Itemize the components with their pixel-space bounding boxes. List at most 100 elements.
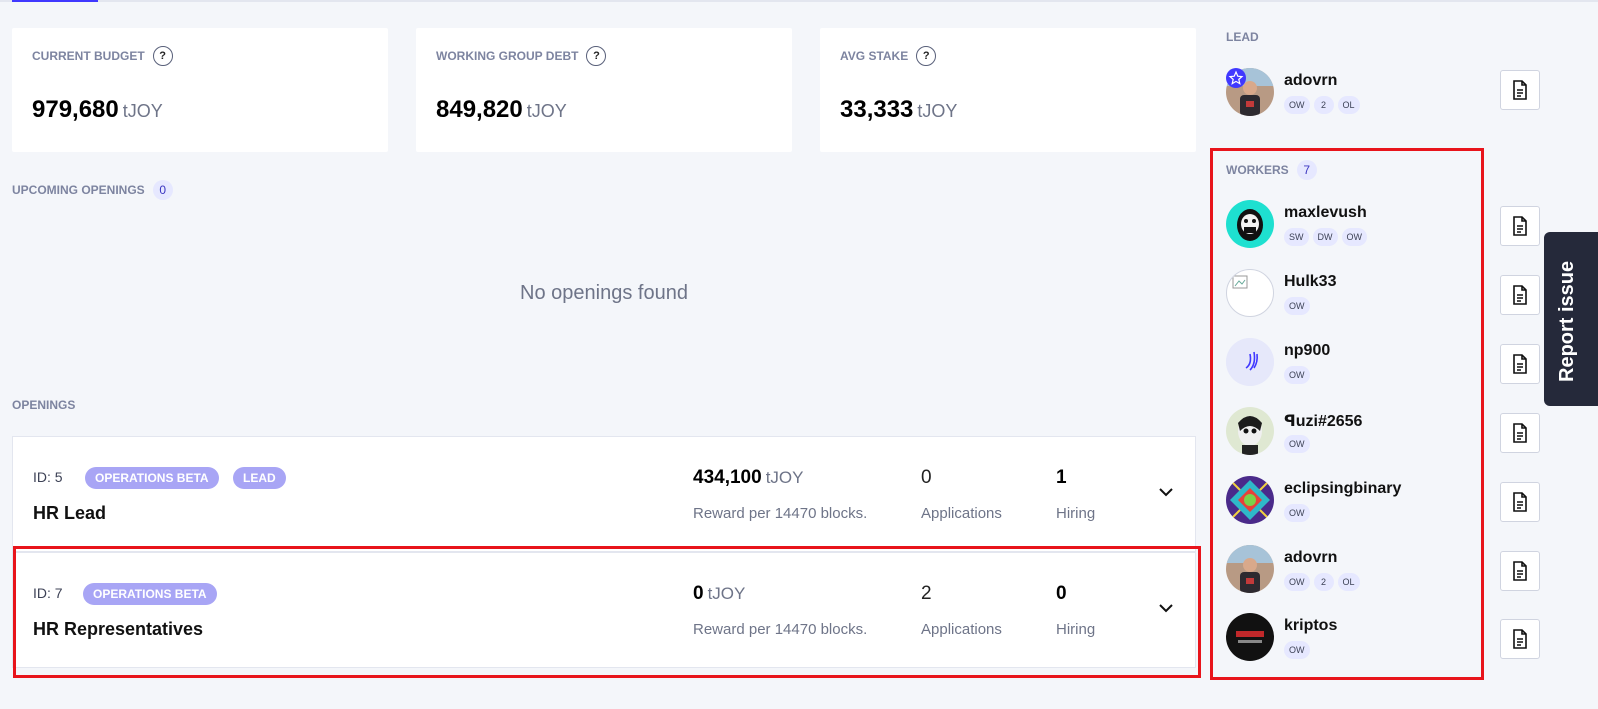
section-label: OPENINGS — [12, 398, 76, 412]
member-name[interactable]: maxlevush — [1284, 204, 1367, 222]
opening-id: ID: 7 — [33, 585, 63, 601]
section-label: UPCOMING OPENINGS — [12, 183, 145, 197]
role-badge: OW — [1284, 297, 1310, 315]
document-button[interactable] — [1500, 206, 1540, 246]
avatar — [1226, 200, 1274, 248]
role-badges: OW — [1284, 366, 1310, 384]
chevron-down-icon[interactable] — [1157, 483, 1175, 501]
help-icon[interactable]: ? — [586, 46, 607, 66]
reward-amount: 0 tJOY — [693, 583, 745, 605]
workers-heading: WORKERS 7 — [1226, 160, 1317, 180]
worker-item[interactable]: np900 OW — [1226, 338, 1586, 398]
member-name[interactable]: adovrn — [1284, 72, 1337, 90]
member-name[interactable]: Hulk33 — [1284, 273, 1336, 291]
role-badge: OW — [1284, 641, 1310, 659]
member-name[interactable]: eclipsingbinary — [1284, 480, 1401, 498]
document-button[interactable] — [1500, 551, 1540, 591]
member-name[interactable]: ꟼuzi#2656 — [1284, 411, 1362, 431]
role-badges: OW — [1284, 435, 1310, 453]
document-button[interactable] — [1500, 413, 1540, 453]
avatar — [1226, 476, 1274, 524]
role-badges: OW — [1284, 297, 1310, 315]
section-label: LEAD — [1226, 30, 1259, 44]
role-badge: OW — [1284, 366, 1310, 384]
worker-item[interactable]: adovrn OW 2 OL — [1226, 545, 1586, 605]
role-badge: 2 — [1313, 96, 1334, 114]
reward-period: Reward per 14470 blocks. — [693, 621, 868, 638]
avatar — [1226, 407, 1274, 455]
role-badge: OW — [1284, 435, 1310, 453]
stat-label: WORKING GROUP DEBT — [436, 49, 579, 63]
upcoming-openings-heading: UPCOMING OPENINGS 0 — [12, 180, 173, 200]
reward-amount: 434,100 tJOY — [693, 467, 803, 489]
applications-count: 2 — [921, 583, 932, 604]
document-icon — [1513, 285, 1527, 305]
role-badge: OW — [1284, 96, 1310, 114]
worker-item[interactable]: kriptos OW — [1226, 613, 1586, 673]
role-badge: OW — [1341, 228, 1367, 246]
document-button[interactable] — [1500, 70, 1540, 110]
member-name[interactable]: adovrn — [1284, 549, 1337, 567]
document-icon — [1513, 629, 1527, 649]
section-label: WORKERS — [1226, 163, 1289, 177]
hiring-label: Hiring — [1056, 505, 1096, 522]
opening-id: ID: 5 — [33, 469, 63, 485]
hiring-count: 1 — [1056, 467, 1067, 488]
applications-count: 0 — [921, 467, 932, 488]
active-tab-indicator — [12, 0, 98, 2]
applications-label: Applications — [921, 621, 1002, 638]
opening-title[interactable]: HR Representatives — [33, 619, 203, 640]
opening-row[interactable]: ID: 7 OPERATIONS BETA HR Representatives… — [12, 552, 1196, 668]
stat-unit: tJOY — [917, 101, 958, 121]
stat-unit: tJOY — [122, 101, 163, 121]
document-icon — [1513, 216, 1527, 236]
role-badge: SW — [1284, 228, 1309, 246]
lead-member[interactable]: adovrn OW 2 OL — [1226, 68, 1586, 128]
avatar — [1226, 545, 1274, 593]
document-button[interactable] — [1500, 482, 1540, 522]
document-button[interactable] — [1500, 619, 1540, 659]
count-badge: 0 — [152, 180, 173, 200]
role-badge: OW — [1284, 573, 1310, 591]
star-icon — [1226, 68, 1246, 88]
hiring-label: Hiring — [1056, 621, 1096, 638]
role-badges: OW — [1284, 504, 1310, 522]
stat-label: CURRENT BUDGET — [32, 49, 145, 63]
worker-item[interactable]: Hulk33 OW — [1226, 269, 1586, 329]
member-name[interactable]: np900 — [1284, 342, 1330, 360]
stat-value: 849,820 — [436, 96, 523, 123]
help-icon[interactable]: ? — [916, 46, 937, 66]
help-icon[interactable]: ? — [152, 46, 173, 66]
worker-item[interactable]: maxlevush SW DW OW — [1226, 200, 1586, 260]
role-badge: OW — [1284, 504, 1310, 522]
report-issue-tab[interactable]: Report issue — [1544, 232, 1598, 406]
opening-title[interactable]: HR Lead — [33, 503, 106, 524]
worker-item[interactable]: eclipsingbinary OW — [1226, 476, 1586, 536]
current-budget-card: CURRENT BUDGET? 979,680 tJOY — [12, 28, 388, 152]
chevron-down-icon[interactable] — [1157, 599, 1175, 617]
document-icon — [1513, 80, 1527, 100]
reward-period: Reward per 14470 blocks. — [693, 505, 868, 522]
reward-unit: tJOY — [707, 584, 746, 603]
lead-badge: LEAD — [233, 467, 286, 489]
working-group-debt-card: WORKING GROUP DEBT? 849,820 tJOY — [416, 28, 792, 152]
reward-unit: tJOY — [765, 468, 804, 487]
count-badge: 7 — [1296, 160, 1317, 180]
openings-heading: OPENINGS — [12, 398, 75, 412]
role-badges: OW 2 OL — [1284, 573, 1360, 591]
document-icon — [1513, 492, 1527, 512]
worker-item[interactable]: ꟼuzi#2656 OW — [1226, 407, 1586, 467]
avatar — [1226, 613, 1274, 661]
tab-bar — [0, 0, 1598, 2]
document-button[interactable] — [1500, 275, 1540, 315]
group-badge: OPERATIONS BETA — [85, 467, 219, 489]
document-button[interactable] — [1500, 344, 1540, 384]
group-badge: OPERATIONS BETA — [83, 583, 217, 605]
lead-heading: LEAD — [1226, 30, 1259, 44]
broken-image-icon — [1226, 269, 1274, 317]
document-icon — [1513, 354, 1527, 374]
member-name[interactable]: kriptos — [1284, 617, 1337, 635]
stat-unit: tJOY — [526, 101, 567, 121]
opening-row[interactable]: ID: 5 OPERATIONS BETA LEAD HR Lead 434,1… — [12, 436, 1196, 552]
document-icon — [1513, 561, 1527, 581]
